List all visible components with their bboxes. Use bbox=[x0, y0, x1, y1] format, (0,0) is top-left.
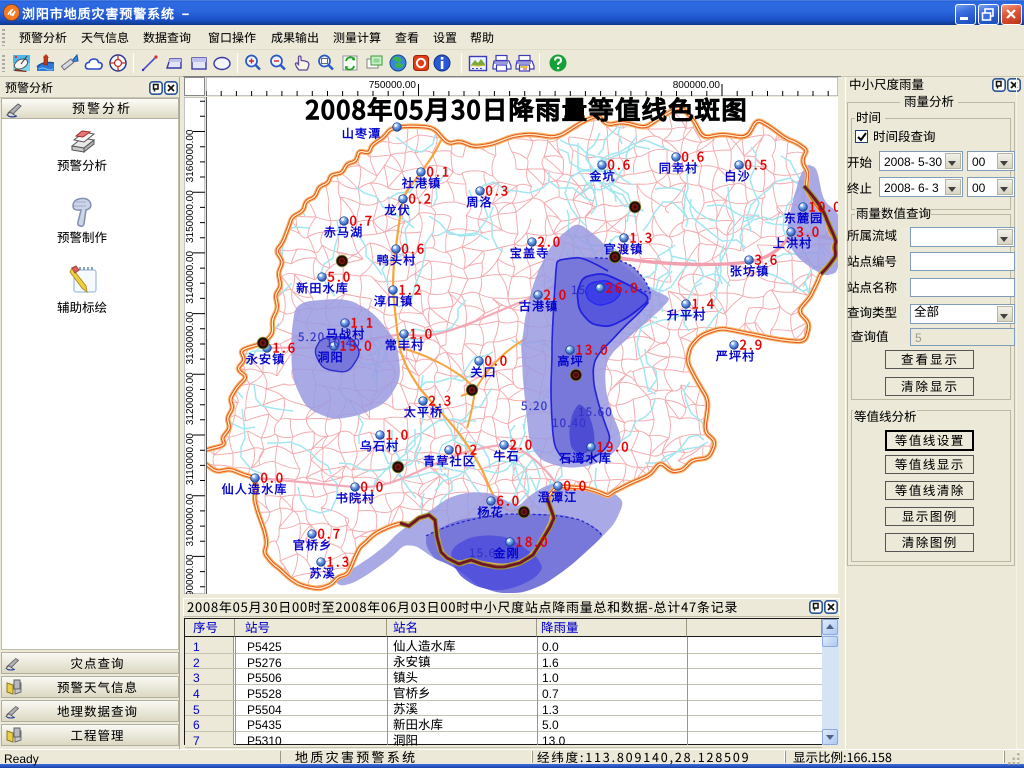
svg-text:3100000.00: 3100000.00 bbox=[185, 493, 196, 546]
svg-text:3150000.00: 3150000.00 bbox=[185, 190, 196, 243]
svg-text:3160000.00: 3160000.00 bbox=[185, 129, 196, 182]
svg-text:3140000.00: 3140000.00 bbox=[185, 250, 196, 303]
svg-text:3120000.00: 3120000.00 bbox=[185, 372, 196, 425]
svg-text:750000.00: 750000.00 bbox=[369, 80, 417, 91]
svg-text:3130000.00: 3130000.00 bbox=[185, 311, 196, 364]
svg-text:3110000.00: 3110000.00 bbox=[185, 433, 196, 486]
svg-text:3090000.00: 3090000.00 bbox=[185, 554, 196, 594]
svg-text:800000.00: 800000.00 bbox=[673, 80, 721, 91]
